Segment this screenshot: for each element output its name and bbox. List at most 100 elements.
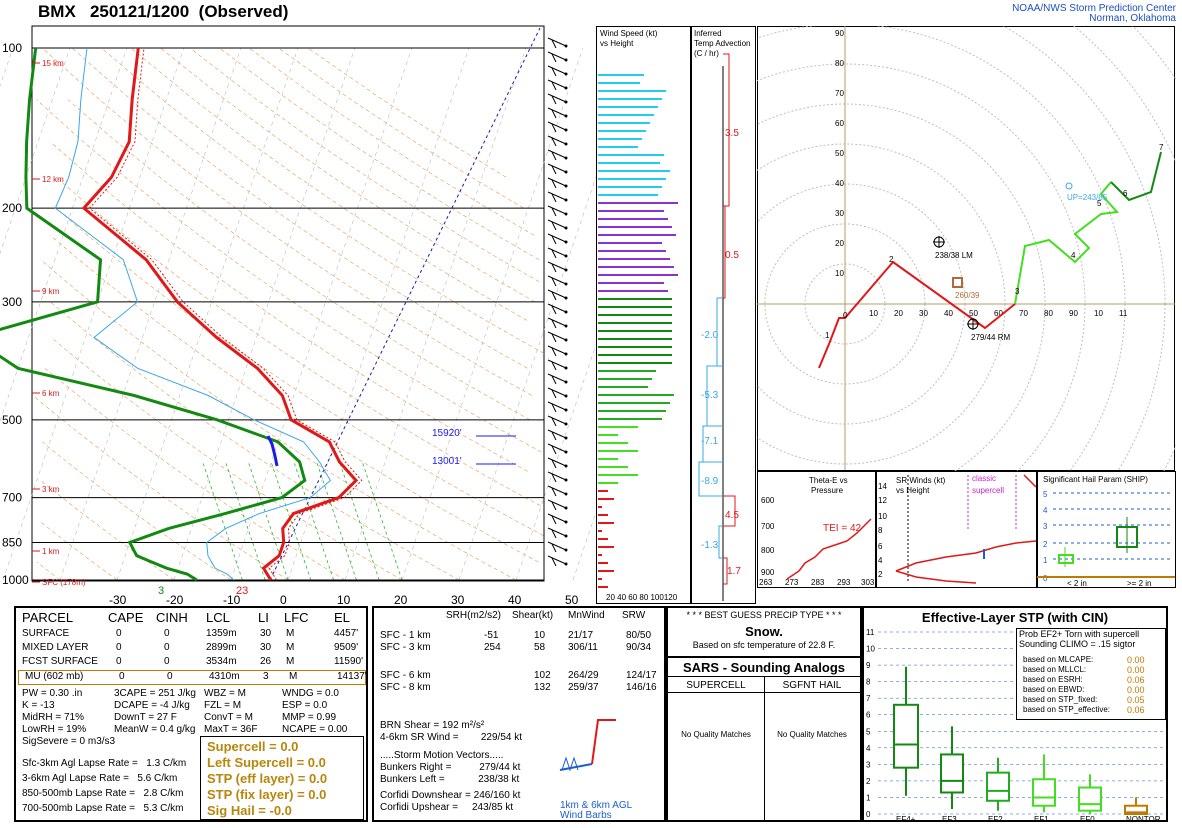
wind-barb	[547, 149, 567, 159]
kinematic-cell: 10	[534, 630, 546, 641]
wind-speed-bar	[598, 170, 670, 172]
svg-text:14: 14	[878, 482, 887, 491]
svg-text:1: 1	[1043, 556, 1048, 565]
sr-title-1: SR Winds (kt)	[896, 476, 946, 485]
wind-speed-bar	[598, 226, 672, 228]
stp-y-tick: 5	[866, 727, 871, 736]
wind-barb	[547, 331, 567, 341]
wind-speed-bar	[598, 466, 628, 468]
hodo-point-6: 6	[1123, 189, 1128, 198]
stp-category: NONTOR	[1126, 815, 1161, 820]
stp-y-tick: 3	[866, 760, 871, 769]
ship-panel: Significant Hail Param (SHIP) 5 4 3 2 1 …	[1037, 471, 1176, 588]
svg-text:4: 4	[1043, 506, 1048, 515]
wind-barb	[547, 177, 567, 187]
wind-barb	[547, 429, 567, 439]
wind-barb	[547, 401, 567, 411]
kinematic-cell: SFC - 6 km	[380, 670, 431, 681]
svg-text:30: 30	[835, 209, 844, 218]
svg-text:5: 5	[1043, 490, 1048, 499]
stp-title: Effective-Layer STP (with CIN)	[921, 610, 1109, 625]
org-line-2: Norman, Oklahoma	[1089, 13, 1176, 24]
pressure-label: 850	[2, 535, 22, 549]
pressure-label: 500	[2, 413, 22, 427]
hodo-point-7: 7	[1159, 143, 1164, 152]
wind-barb	[547, 275, 567, 285]
wind-speed-bar	[598, 370, 656, 372]
kinematic-cell: 58	[534, 642, 546, 653]
stp-panel: Effective-Layer STP (with CIN) 11 10 9 8 7 6 5…	[862, 606, 1168, 822]
index-value: LowRH = 19%	[22, 724, 87, 735]
temp-tick: 10	[337, 593, 351, 607]
stp-y-tick: 10	[866, 645, 875, 654]
wind-speed-bar	[598, 266, 674, 268]
wind-barb	[547, 541, 567, 551]
index-value: PW = 0.30 .in	[22, 688, 83, 699]
hodo-point-3: 3	[1015, 287, 1020, 296]
svg-text:700: 700	[761, 522, 775, 531]
index-value: DCAPE = -4 J/kg	[114, 700, 190, 711]
wind-speed-bar	[598, 106, 658, 108]
stp-category: EF2	[988, 815, 1003, 820]
parcel-table: PARCEL CAPE CINH LCL LI LFC EL SURFACE 0 0…	[14, 606, 368, 822]
kinematic-cell: 254	[484, 642, 501, 653]
svg-text:600: 600	[761, 496, 775, 505]
wind-barb	[547, 415, 567, 425]
wind-speed-bar	[598, 138, 642, 140]
svg-text:80: 80	[835, 59, 844, 68]
index-value: ConvT = M	[204, 712, 253, 723]
wind-barb	[547, 163, 567, 173]
wind-barb	[547, 373, 567, 383]
svg-text:80: 80	[1044, 309, 1053, 318]
sr-title-2: vs Height	[896, 486, 930, 495]
svg-text:60: 60	[835, 119, 844, 128]
index-value: K = -13	[22, 700, 55, 711]
svg-text:303: 303	[861, 578, 875, 587]
svg-text:12: 12	[878, 496, 887, 505]
sars-col-supercell: SUPERCELL	[686, 680, 746, 691]
wind-speed-bar	[598, 258, 670, 260]
wind-speed-bar	[598, 218, 668, 220]
precip-note: Based on sfc temperature of 22.8 F.	[692, 640, 836, 650]
index-value: ESP = 0.0	[282, 700, 328, 711]
hodo-point-2: 2	[889, 255, 894, 264]
skewt-panel: 1002003005007008501000 -30 -20 -10 0 10 20 30 4…	[0, 25, 600, 607]
wind-speed-bar	[598, 186, 662, 188]
wind-speed-bar	[598, 474, 638, 476]
kinematic-cell: -51	[484, 630, 499, 641]
stp-based-label: based on STP_effective:	[1023, 705, 1111, 714]
kinematic-cell: 102	[534, 670, 551, 681]
kinematic-cell: SFC - 1 km	[380, 630, 431, 641]
adv-value-5: -7.1	[701, 436, 719, 447]
svg-text:0: 0	[1043, 574, 1048, 583]
height-label: 15 km	[42, 59, 64, 68]
bunkers-right: Bunkers Right = 279/44 kt	[380, 762, 521, 773]
parcel-row: MU (602 mb) 0 0 4310m 3 M 14137'	[18, 670, 367, 685]
lapse-rate: 3-6km Agl Lapse Rate = 5.6 C/km	[22, 773, 178, 784]
index-value: SigSevere = 0 m3/s3	[22, 736, 116, 747]
sr-winds-panel: SR Winds (kt) vs Height 14 12 10 8 6 4 2…	[876, 471, 1037, 588]
wind-speed-bar	[598, 426, 638, 428]
wind-speed-bar	[598, 146, 638, 148]
wind-speed-bar	[598, 162, 660, 164]
kinematic-cell: SFC - 8 km	[380, 682, 431, 693]
stp-based-label: based on ESRH:	[1023, 675, 1083, 684]
precip-panel: * * * BEST GUESS PRECIP TYPE * * * Snow.…	[666, 606, 862, 658]
stp-based-value: 0.06	[1127, 675, 1145, 685]
stp-based-value: 0.00	[1127, 655, 1145, 665]
kinematic-cell: 80/50	[626, 630, 652, 641]
svg-text:800: 800	[761, 546, 775, 555]
index-value: 3CAPE = 251 J/kg	[114, 688, 196, 699]
stp-category: EF0	[1080, 815, 1095, 820]
theta-e-panel: Theta-E vs Pressure 600 700 800 900 263 …	[757, 471, 876, 588]
kinematic-cell: 264/29	[568, 670, 599, 681]
sr-classic-2: supercell	[972, 486, 1004, 495]
hodo-point-4: 4	[1071, 251, 1076, 260]
temp-tick: -30	[109, 593, 127, 607]
hodograph-panel: 90807060504030201010 20 30 40 50 60 70 80 90 10 11…	[757, 26, 1176, 472]
sars-panel: SARS - Sounding Analogs SUPERCELL SGFNT …	[666, 656, 862, 822]
wind-speed-bar	[598, 346, 672, 348]
wind-speed-bar	[598, 298, 672, 300]
height-label: 1 km	[42, 547, 60, 556]
stp-based-label: based on EBWD:	[1023, 685, 1085, 694]
